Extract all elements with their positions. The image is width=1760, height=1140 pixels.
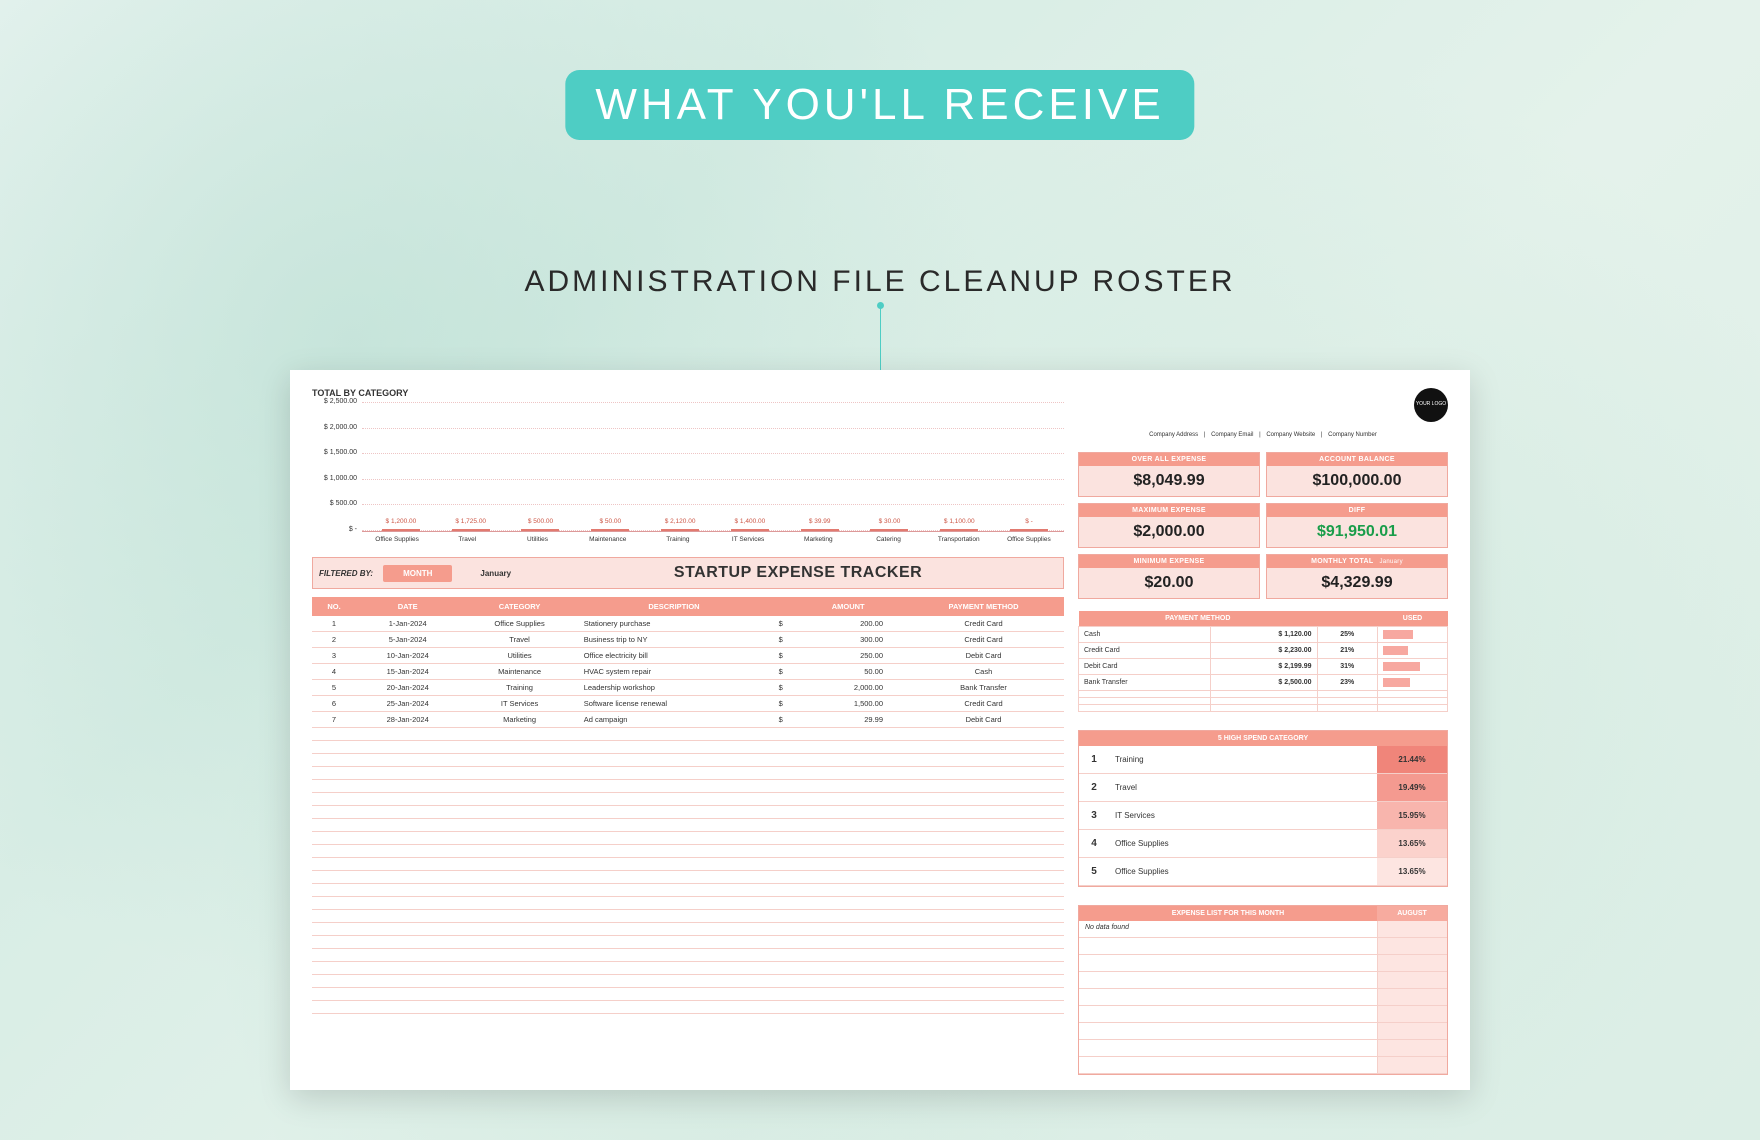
category-bar-chart: $ 2,500.00$ 2,000.00$ 1,500.00$ 1,000.00…: [362, 402, 1064, 532]
kpi-header: ACCOUNT BALANCE: [1267, 453, 1447, 466]
kpi-diff: DIFF $91,950.01: [1266, 503, 1448, 548]
kpi-header: MONTHLY TOTALJanuary: [1267, 555, 1447, 568]
filter-month-button[interactable]: MONTH: [383, 565, 452, 582]
panel-header: 5 HIGH SPEND CATEGORY: [1079, 731, 1447, 746]
tracker-title: STARTUP EXPENSE TRACKER: [539, 564, 1057, 582]
kpi-value: $91,950.01: [1267, 517, 1447, 547]
filter-month-value[interactable]: January: [462, 565, 529, 582]
table-row: 520-Jan-2024TrainingLeadership workshop$…: [312, 680, 1064, 696]
high-spend-panel: 5 HIGH SPEND CATEGORY 1Training21.44%2Tr…: [1078, 730, 1448, 887]
table-row: 11-Jan-2024Office SuppliesStationery pur…: [312, 616, 1064, 632]
subtitle: ADMINISTRATION FILE CLEANUP ROSTER: [525, 265, 1236, 299]
panel-month: AUGUST: [1377, 906, 1447, 921]
kpi-value: $100,000.00: [1267, 466, 1447, 496]
kpi-value: $20.00: [1079, 568, 1259, 598]
filter-label: FILTERED BY:: [319, 569, 373, 578]
kpi-monthly-total: MONTHLY TOTALJanuary $4,329.99: [1266, 554, 1448, 599]
kpi-min-expense: MINIMUM EXPENSE $20.00: [1078, 554, 1260, 599]
kpi-account-balance: ACCOUNT BALANCE $100,000.00: [1266, 452, 1448, 497]
chart-title: TOTAL BY CATEGORY: [312, 388, 1064, 398]
month-expense-list: EXPENSE LIST FOR THIS MONTH AUGUST No da…: [1078, 905, 1448, 1075]
logo-placeholder: YOUR LOGO: [1414, 388, 1448, 422]
table-row: 25-Jan-2024TravelBusiness trip to NY$300…: [312, 632, 1064, 648]
filter-bar: FILTERED BY: MONTH January STARTUP EXPEN…: [312, 557, 1064, 589]
table-row: 415-Jan-2024MaintenanceHVAC system repai…: [312, 664, 1064, 680]
expense-table: NO.DATECATEGORYDESCRIPTIONAMOUNTPAYMENT …: [312, 597, 1064, 1014]
payment-method-table: PAYMENT METHODUSED Cash$ 1,120.0025%Cred…: [1078, 611, 1448, 712]
kpi-overall-expense: OVER ALL EXPENSE $8,049.99: [1078, 452, 1260, 497]
kpi-value: $8,049.99: [1079, 466, 1259, 496]
headline-badge: WHAT YOU'LL RECEIVE: [565, 70, 1194, 140]
table-row: 625-Jan-2024IT ServicesSoftware license …: [312, 696, 1064, 712]
kpi-header: OVER ALL EXPENSE: [1079, 453, 1259, 466]
kpi-value: $4,329.99: [1267, 568, 1447, 598]
kpi-header: DIFF: [1267, 504, 1447, 517]
kpi-header: MINIMUM EXPENSE: [1079, 555, 1259, 568]
table-row: 310-Jan-2024UtilitiesOffice electricity …: [312, 648, 1064, 664]
kpi-value: $2,000.00: [1079, 517, 1259, 547]
kpi-max-expense: MAXIMUM EXPENSE $2,000.00: [1078, 503, 1260, 548]
spreadsheet-preview: TOTAL BY CATEGORY $ 2,500.00$ 2,000.00$ …: [290, 370, 1470, 1090]
panel-header: EXPENSE LIST FOR THIS MONTH: [1079, 906, 1377, 921]
table-row: 728-Jan-2024MarketingAd campaign$29.99De…: [312, 712, 1064, 728]
company-meta: Company Address | Company Email | Compan…: [1078, 432, 1448, 438]
kpi-header: MAXIMUM EXPENSE: [1079, 504, 1259, 517]
